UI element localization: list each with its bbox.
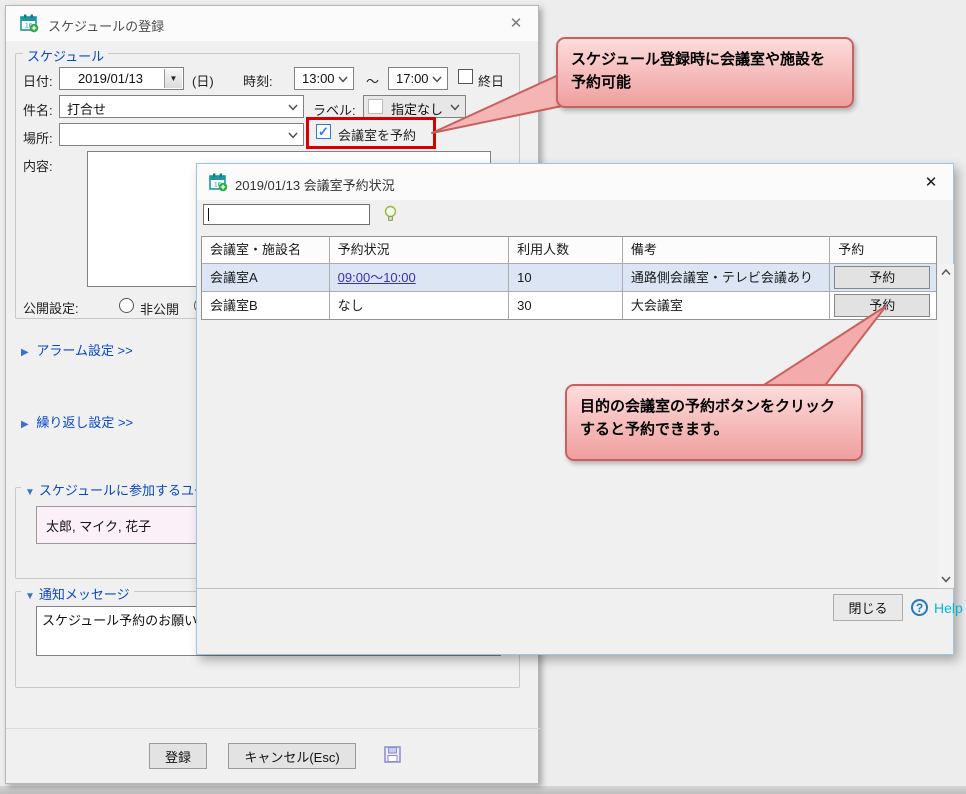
subject-combobox[interactable]: 打合せ — [59, 95, 304, 118]
room-note: 通路側会議室・テレビ会議あり — [623, 264, 830, 291]
help-link[interactable]: Help — [934, 600, 963, 616]
schedule-dialog-titlebar: 16 スケジュールの登録 ✕ — [6, 6, 538, 41]
close-dialog-button[interactable]: 閉じる — [833, 594, 903, 621]
schedule-dialog-close-icon[interactable]: ✕ — [506, 14, 526, 34]
schedule-dialog-title: スケジュールの登録 — [48, 16, 164, 35]
participants-label: スケジュールに参加するユーザ — [39, 483, 220, 498]
expand-right-icon: ▶ — [21, 347, 29, 358]
status-link[interactable]: 09:00～10:00 — [338, 270, 416, 285]
time-to-combobox[interactable]: 17:00 — [388, 67, 448, 90]
time-to-value: 17:00 — [396, 71, 429, 86]
table-row: 会議室B なし 30 大会議室 予約 — [202, 291, 936, 319]
expand-right-icon: ▶ — [21, 419, 29, 430]
room-capacity: 30 — [509, 292, 623, 319]
column-header-reserve: 予約 — [830, 237, 936, 263]
time-from-value: 13:00 — [302, 71, 335, 86]
schedule-groupbox-label: スケジュール — [23, 46, 108, 65]
repeat-settings-link[interactable]: ▶ 繰り返し設定 >> — [21, 412, 133, 431]
callout-line: 目的の会議室の予約ボタンをクリック — [580, 395, 848, 418]
chevron-down-icon — [288, 104, 298, 111]
time-from-combobox[interactable]: 13:00 — [294, 67, 354, 90]
save-icon[interactable] — [384, 746, 401, 763]
expand-down-icon: ▼ — [25, 487, 35, 498]
private-radio-label: 非公開 — [140, 299, 179, 318]
alarm-settings-label: アラーム設定 >> — [36, 343, 132, 358]
subject-label: 件名: — [23, 100, 53, 119]
table-scrollbar[interactable] — [938, 264, 954, 588]
subject-value: 打合せ — [67, 99, 106, 118]
column-header-room: 会議室・施設名 — [202, 237, 330, 263]
reservation-dialog-title: 2019/01/13 会議室予約状況 — [235, 175, 395, 194]
footer-divider — [197, 588, 953, 589]
reservation-dialog-close-icon[interactable]: ✕ — [921, 173, 941, 193]
room-table: 会議室・施設名 予約状況 利用人数 備考 予約 会議室A 09:00～10:00… — [201, 236, 937, 320]
label-value: 指定なし — [391, 99, 443, 118]
reserve-button[interactable]: 予約 — [834, 266, 930, 289]
reservation-dialog-titlebar: 16 2019/01/13 会議室予約状況 ✕ — [197, 164, 953, 200]
alarm-settings-link[interactable]: ▶ アラーム設定 >> — [21, 340, 133, 359]
time-separator: ～ — [366, 71, 379, 90]
callout-reserve-room: スケジュール登録時に会議室や施設を 予約可能 — [556, 37, 854, 108]
calendar-add-icon: 16 — [209, 173, 228, 192]
participants-groupbox-label[interactable]: ▼ スケジュールに参加するユーザ — [21, 480, 224, 499]
room-status: なし — [330, 292, 510, 319]
callout-line: スケジュール登録時に会議室や施設を — [571, 48, 839, 71]
table-header-row: 会議室・施設名 予約状況 利用人数 備考 予約 — [202, 237, 936, 263]
chevron-down-icon — [450, 104, 460, 111]
calendar-add-icon: 16 — [20, 14, 39, 33]
column-header-note: 備考 — [623, 237, 830, 263]
help-icon[interactable]: ? — [911, 599, 928, 616]
chevron-down-icon — [432, 76, 442, 83]
room-note: 大会議室 — [623, 292, 830, 319]
visibility-label: 公開設定: — [23, 298, 79, 317]
place-label: 場所: — [23, 128, 53, 147]
column-header-capacity: 利用人数 — [509, 237, 623, 263]
callout-line: すると予約できます。 — [580, 418, 848, 441]
allday-checkbox[interactable] — [458, 69, 473, 84]
time-label: 時刻: — [243, 71, 273, 90]
date-value: 2019/01/13 — [60, 71, 161, 86]
column-header-status: 予約状況 — [330, 237, 510, 263]
content-label: 内容: — [23, 156, 53, 175]
room-name: 会議室A — [202, 264, 330, 291]
room-name: 会議室B — [202, 292, 330, 319]
reserve-button[interactable]: 予約 — [834, 294, 930, 317]
screenshot-root: 16 スケジュールの登録 ✕ スケジュール 日付: 2019/01/13 ▼ (… — [0, 0, 966, 794]
register-button[interactable]: 登録 — [149, 743, 207, 769]
table-row: 会議室A 09:00～10:00 10 通路側会議室・テレビ会議あり 予約 — [202, 263, 936, 291]
allday-label: 終日 — [478, 71, 504, 90]
weekday-label: (日) — [192, 71, 214, 90]
label-combobox[interactable]: 指定なし — [363, 95, 466, 118]
lightbulb-icon — [383, 205, 398, 223]
cancel-button[interactable]: キャンセル(Esc) — [228, 743, 356, 769]
window-bottom-edge — [0, 786, 966, 794]
scroll-up-icon[interactable] — [941, 269, 951, 276]
callout-line: 予約可能 — [571, 71, 839, 94]
expand-down-icon: ▼ — [25, 591, 35, 602]
chevron-down-icon — [338, 76, 348, 83]
notify-groupbox-label[interactable]: ▼ 通知メッセージ — [21, 584, 134, 603]
highlight-rectangle — [306, 117, 436, 149]
scroll-down-icon[interactable] — [941, 576, 951, 583]
footer-divider — [6, 728, 540, 729]
notify-value: スケジュール予約のお願い — [42, 613, 197, 628]
label-color-swatch — [368, 99, 383, 114]
callout-click-reserve: 目的の会議室の予約ボタンをクリック すると予約できます。 — [565, 384, 863, 461]
date-combobox[interactable]: 2019/01/13 ▼ — [59, 67, 184, 90]
room-capacity: 10 — [509, 264, 623, 291]
private-radio[interactable] — [119, 298, 134, 313]
room-search-input[interactable] — [203, 204, 370, 225]
repeat-settings-label: 繰り返し設定 >> — [36, 415, 133, 430]
participants-value: 太郎, マイク, 花子 — [46, 519, 151, 534]
place-combobox[interactable] — [59, 123, 304, 146]
date-dropdown-icon[interactable]: ▼ — [164, 69, 182, 88]
text-caret — [208, 208, 209, 221]
notify-label: 通知メッセージ — [39, 587, 130, 602]
chevron-down-icon — [288, 132, 298, 139]
date-label: 日付: — [23, 71, 53, 90]
